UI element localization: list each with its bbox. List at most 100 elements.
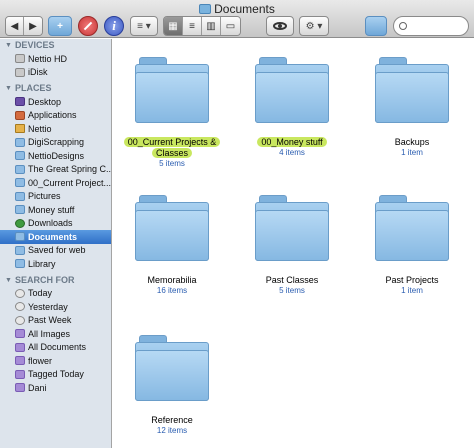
get-info-button[interactable]: i [104,16,124,36]
sidebar-section-devices[interactable]: ▼ DEVICES [0,39,111,52]
smart-icon [15,329,25,339]
item-count: 1 item [401,286,423,295]
sidebar-item-nettio-hd[interactable]: Nettio HD [0,52,111,66]
disclosure-triangle-icon[interactable]: ▼ [5,82,12,95]
sidebar-item-desktop[interactable]: Desktop [0,95,111,109]
sidebar-item-all-documents[interactable]: All Documents [0,341,111,355]
folder-icon[interactable] [375,57,449,123]
folder-item[interactable]: Memorabilia 16 items [113,195,231,296]
item-count: 5 items [279,286,305,295]
folder-icon[interactable] [135,195,209,261]
search-input[interactable] [393,16,469,36]
sidebar-item-label: DigiScrapping [28,137,85,148]
folder-icon[interactable] [255,195,329,261]
sidebar-item-00-current-project[interactable]: 00_Current Project... [0,176,111,190]
sidebar-item-money-stuff[interactable]: Money stuff [0,203,111,217]
folder-item[interactable]: 00_Current Projects & Classes 5 items [113,57,231,169]
icon-view-button[interactable]: ▦ [164,17,183,35]
folder-icon [15,245,25,255]
folder-icon [15,178,25,188]
sidebar-item-tagged-today[interactable]: Tagged Today [0,368,111,382]
folder-name[interactable]: 00_Money stuff [233,137,351,148]
smart-icon [15,356,25,366]
smart-icon [15,369,25,379]
toolbar: Documents ◀ ▶ + i ≡ ▾ ▦ ≡ ▥ ▭ ⚙ ▾ [0,0,474,38]
eye-icon [273,22,287,30]
clock-icon [15,302,25,312]
folder-item[interactable]: Past Projects 1 item [353,195,471,296]
sidebar-item-label: All Documents [28,342,87,353]
sidebar-item-label: NettioDesigns [28,150,85,161]
sidebar-item-nettiodesigns[interactable]: NettioDesigns [0,149,111,163]
sidebar-item-digiscrapping[interactable]: DigiScrapping [0,136,111,150]
disclosure-triangle-icon[interactable]: ▼ [5,39,12,52]
forward-button[interactable]: ▶ [24,17,42,35]
new-folder-button[interactable]: + [48,16,72,36]
folder-icon [15,191,25,201]
folder-item[interactable]: 00_Money stuff 4 items [233,57,351,158]
delete-button[interactable] [78,16,98,36]
sidebar-item-today[interactable]: Today [0,287,111,301]
sidebar-item-label: Library [28,258,56,269]
sidebar-item-idisk[interactable]: iDisk [0,66,111,80]
quick-look-button[interactable] [266,16,294,36]
sidebar-section-title: SEARCH FOR [14,274,75,285]
sidebar: ▼ DEVICES Nettio HD iDisk ▼ PLACES Desktop Appl… [0,39,112,448]
sidebar-item-downloads[interactable]: Downloads [0,217,111,231]
sidebar-item-the-great-spring-c[interactable]: The Great Spring C... [0,163,111,177]
folder-icon[interactable] [375,195,449,261]
arrange-button[interactable]: ≡ ▾ [130,16,158,36]
sidebar-item-label: flower [28,355,53,366]
folder-icon[interactable] [135,57,209,123]
sidebar-item-documents[interactable]: Documents [0,230,111,244]
sidebar-section-search-for[interactable]: ▼ SEARCH FOR [0,274,111,287]
folder-name[interactable]: Backups [353,137,471,148]
folder-icon [15,164,25,174]
action-menu-button[interactable]: ⚙ ▾ [299,16,329,36]
folder-item[interactable]: Backups 1 item [353,57,471,158]
sidebar-item-applications[interactable]: Applications [0,109,111,123]
sidebar-item-library[interactable]: Library [0,257,111,271]
item-count: 16 items [156,286,188,295]
folder-name-text: Past Projects [385,275,439,285]
folder-item[interactable]: Reference 12 items [113,335,231,436]
clock-icon [15,315,25,325]
view-mode-control: ▦ ≡ ▥ ▭ [163,16,241,36]
coverflow-view-button[interactable]: ▭ [221,17,240,35]
folder-item[interactable]: Past Classes 5 items [233,195,351,296]
smart-icon [15,383,25,393]
file-icon-grid: 00_Current Projects & Classes 5 items 00_M… [113,39,474,448]
sidebar-item-all-images[interactable]: All Images [0,327,111,341]
sidebar-item-label: Nettio HD [28,53,68,64]
sidebar-item-nettio[interactable]: Nettio [0,122,111,136]
search-icon [399,22,407,30]
list-view-button[interactable]: ≡ [183,17,202,35]
sidebar-item-label: 00_Current Project... [28,177,111,188]
folder-name[interactable]: Past Projects [353,275,471,286]
folder-name[interactable]: Reference [113,415,231,426]
path-folder-button[interactable] [365,16,387,36]
folder-icon [199,4,212,14]
sidebar-item-yesterday[interactable]: Yesterday [0,300,111,314]
column-view-button[interactable]: ▥ [202,17,221,35]
back-button[interactable]: ◀ [6,17,25,35]
sidebar-item-label: The Great Spring C... [28,164,111,175]
sidebar-item-saved-for-web[interactable]: Saved for web [0,244,111,258]
folder-icon [15,259,25,269]
sidebar-item-flower[interactable]: flower [0,354,111,368]
sidebar-item-pictures[interactable]: Pictures [0,190,111,204]
folder-name[interactable]: Past Classes [233,275,351,286]
sidebar-item-label: Saved for web [28,245,86,256]
disclosure-triangle-icon[interactable]: ▼ [5,274,12,287]
folder-front [375,72,449,123]
folder-name[interactable]: 00_Current Projects & Classes [113,137,231,159]
sidebar-item-past-week[interactable]: Past Week [0,314,111,328]
folder-icon [15,137,25,147]
sidebar-item-dani[interactable]: Dani [0,381,111,395]
folder-icon[interactable] [135,335,209,401]
dl-icon [15,218,25,228]
folder-name[interactable]: Memorabilia [113,275,231,286]
sidebar-section-places[interactable]: ▼ PLACES [0,82,111,95]
disk-icon [15,67,25,77]
folder-icon[interactable] [255,57,329,123]
